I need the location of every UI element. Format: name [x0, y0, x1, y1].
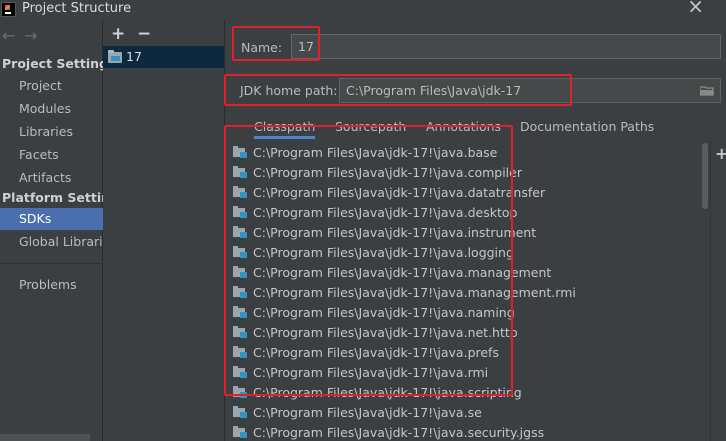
jar-icon [233, 186, 247, 198]
jar-icon [233, 306, 247, 318]
project-settings-heading: Project Settings [2, 56, 116, 71]
list-item[interactable]: C:\Program Files\Java\jdk-17!\java.manag… [226, 282, 708, 302]
jar-icon [233, 166, 247, 178]
name-input[interactable]: 17 [291, 34, 721, 59]
jar-icon [233, 326, 247, 338]
forward-arrow-icon[interactable]: → [24, 26, 37, 45]
jar-icon [233, 426, 247, 438]
folder-icon [108, 50, 122, 63]
list-item[interactable]: C:\Program Files\Java\jdk-17!\java.scrip… [226, 382, 708, 402]
browse-folder-icon[interactable] [700, 86, 714, 96]
classpath-side-toolbar [710, 141, 726, 441]
nav-item-problems[interactable]: Problems [0, 274, 103, 296]
list-item[interactable]: C:\Program Files\Java\jdk-17!\java.se [226, 402, 708, 422]
sdk-item-17[interactable]: 17 [103, 46, 224, 68]
list-item[interactable]: C:\Program Files\Java\jdk-17!\java.compi… [226, 162, 708, 182]
platform-settings-heading: Platform Setting [2, 190, 119, 205]
list-item[interactable]: C:\Program Files\Java\jdk-17!\java.rmi [226, 362, 708, 382]
tab-sourcepath[interactable]: Sourcepath [335, 119, 406, 134]
window-title: Project Structure [22, 1, 132, 16]
jdk-home-path-label: JDK home path: [240, 83, 338, 98]
jar-icon [233, 206, 247, 218]
list-item[interactable]: C:\Program Files\Java\jdk-17!\java.prefs [226, 342, 708, 362]
title-bar: Project Structure × [0, 0, 726, 20]
sdk-item-label: 17 [126, 49, 142, 64]
nav-item-artifacts[interactable]: Artifacts [0, 167, 103, 189]
scroll-thumb[interactable] [702, 143, 708, 209]
close-icon[interactable]: × [687, 0, 704, 18]
nav-arrows: ← → [0, 26, 103, 46]
list-item[interactable]: C:\Program Files\Java\jdk-17!\java.manag… [226, 262, 708, 282]
nav-item-project[interactable]: Project [0, 75, 103, 97]
nav-divider [0, 263, 103, 264]
jdk-home-path-input[interactable]: C:\Program Files\Java\jdk-17 [339, 78, 721, 103]
bottom-edge [0, 434, 90, 441]
tab-documentation-paths[interactable]: Documentation Paths [520, 119, 654, 134]
jar-icon [233, 366, 247, 378]
add-sdk-button[interactable]: + [111, 24, 125, 44]
app-icon [1, 2, 16, 17]
classpath-list: C:\Program Files\Java\jdk-17!\java.base … [226, 141, 708, 441]
add-classpath-button[interactable]: + [715, 144, 726, 163]
remove-sdk-button[interactable]: − [137, 24, 151, 44]
list-item[interactable]: C:\Program Files\Java\jdk-17!\java.base [226, 142, 708, 162]
list-item[interactable]: C:\Program Files\Java\jdk-17!\java.instr… [226, 222, 708, 242]
jar-icon [233, 406, 247, 418]
list-item[interactable]: C:\Program Files\Java\jdk-17!\java.net.h… [226, 322, 708, 342]
jar-icon [233, 146, 247, 158]
settings-nav: ← → Project Settings Project Modules Lib… [0, 20, 119, 441]
tab-classpath[interactable]: Classpath [254, 119, 316, 139]
list-item[interactable]: C:\Program Files\Java\jdk-17!\java.secur… [226, 422, 708, 441]
list-item[interactable]: C:\Program Files\Java\jdk-17!\java.datat… [226, 182, 708, 202]
jar-icon [233, 226, 247, 238]
nav-item-sdks[interactable]: SDKs [0, 208, 103, 230]
tab-strip: Classpath Sourcepath Annotations Documen… [226, 114, 726, 139]
list-item[interactable]: C:\Program Files\Java\jdk-17!\java.loggi… [226, 242, 708, 262]
classpath-scrollbar[interactable] [700, 141, 710, 441]
list-item[interactable]: C:\Program Files\Java\jdk-17!\java.namin… [226, 302, 708, 322]
nav-item-global-libraries[interactable]: Global Librarie [0, 231, 103, 253]
back-arrow-icon[interactable]: ← [2, 26, 15, 45]
nav-item-modules[interactable]: Modules [0, 98, 103, 120]
name-label: Name: [241, 40, 283, 55]
jar-icon [233, 346, 247, 358]
jar-icon [233, 286, 247, 298]
nav-item-facets[interactable]: Facets [0, 144, 103, 166]
jar-icon [233, 386, 247, 398]
jar-icon [233, 246, 247, 258]
nav-item-libraries[interactable]: Libraries [0, 121, 103, 143]
sdk-list-panel: + − 17 [103, 20, 225, 441]
jar-icon [233, 266, 247, 278]
list-item[interactable]: C:\Program Files\Java\jdk-17!\java.deskt… [226, 202, 708, 222]
tab-annotations[interactable]: Annotations [426, 119, 501, 134]
